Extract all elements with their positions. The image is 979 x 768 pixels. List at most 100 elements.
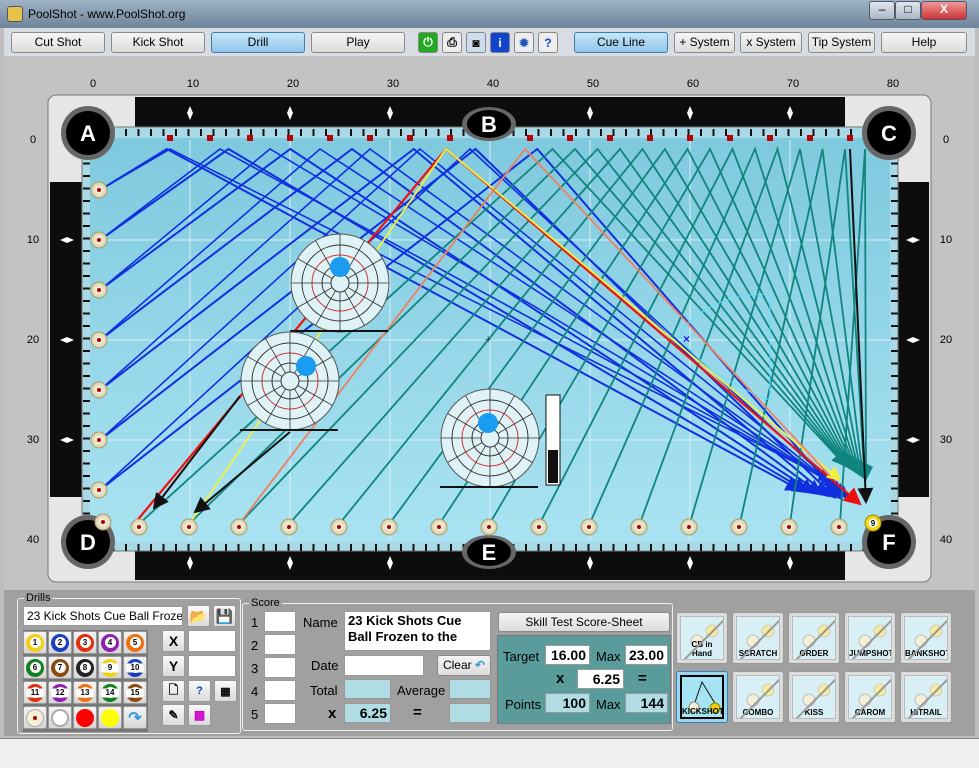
- rail-marker: [447, 135, 453, 141]
- rail-tick: [162, 544, 165, 551]
- cue-ball-dot: [387, 525, 391, 529]
- ball-14-button[interactable]: 14: [98, 681, 122, 704]
- rail-tick: [537, 129, 540, 136]
- yellow-ball-button[interactable]: [98, 706, 122, 729]
- ghost-ball-button[interactable]: [48, 706, 72, 729]
- clear-button[interactable]: Clear ↶: [437, 655, 491, 676]
- ball-number: 13: [79, 687, 91, 698]
- pocket-label-e: E: [482, 540, 497, 565]
- ball-13-button[interactable]: 13: [73, 681, 97, 704]
- score-row-input[interactable]: [264, 611, 296, 632]
- ball-icon: 1: [26, 633, 44, 652]
- edit-notes-icon[interactable]: ✎: [162, 704, 185, 726]
- score-row-label: 2: [251, 638, 259, 653]
- redo-button[interactable]: ↷: [123, 706, 147, 729]
- rail-tick: [891, 487, 898, 490]
- name-input[interactable]: 23 Kick Shots Cue Ball Frozen to the: [344, 611, 491, 651]
- ruler-x-label: 10: [186, 78, 200, 90]
- ball-icon: 6: [26, 658, 44, 677]
- score-row-input[interactable]: [264, 634, 296, 655]
- ball-9-button[interactable]: 9: [98, 656, 122, 679]
- score-row-input[interactable]: [264, 703, 296, 724]
- color-grid-icon[interactable]: ▩: [188, 704, 211, 726]
- ruler-y-label: 10: [26, 234, 40, 246]
- cue-ball-dot: [137, 525, 141, 529]
- y-input[interactable]: [188, 655, 236, 677]
- rail-tick: [287, 544, 290, 551]
- rail-tick: [187, 129, 190, 136]
- y-button[interactable]: Y: [162, 655, 185, 677]
- score-row-input[interactable]: [264, 680, 296, 701]
- save-icon[interactable]: 💾: [213, 605, 236, 627]
- rail-tick: [650, 129, 652, 136]
- ball-icon: 3: [76, 633, 94, 652]
- cue-ball-dot: [97, 188, 101, 192]
- score-legend: Score: [251, 597, 280, 609]
- rail-tick: [83, 425, 90, 427]
- rail-tick: [575, 544, 577, 551]
- skill-multiplier-value: 6.25: [577, 669, 624, 689]
- ball-11-button[interactable]: 11: [23, 681, 47, 704]
- rail-tick: [787, 129, 790, 136]
- rail-tick: [625, 544, 627, 551]
- document-help-icon[interactable]: ?: [188, 680, 211, 702]
- cue-ball-button[interactable]: [23, 706, 47, 729]
- ball-15-button[interactable]: 15: [123, 681, 147, 704]
- rail-tick: [275, 544, 277, 551]
- x-button[interactable]: X: [162, 630, 185, 652]
- table-list-icon[interactable]: ▦: [214, 680, 237, 702]
- undo-icon: ↶: [474, 658, 486, 672]
- ball-4-button[interactable]: 4: [98, 631, 122, 654]
- rail-tick: [825, 544, 827, 551]
- ball-number: 5: [129, 637, 141, 648]
- drill-name-input[interactable]: 23 Kick Shots Cue Ball Frozen to: [23, 606, 183, 626]
- ball-12-button[interactable]: 12: [48, 681, 72, 704]
- ball-10-button[interactable]: 10: [123, 656, 147, 679]
- rail-tick: [83, 250, 90, 252]
- shot-type-kiss-button[interactable]: KISS: [788, 671, 840, 723]
- new-document-icon[interactable]: 🗋: [162, 680, 185, 702]
- rail-tick: [137, 129, 140, 136]
- date-input[interactable]: [344, 655, 424, 676]
- x-input[interactable]: [188, 630, 236, 652]
- cue-ball-dot: [787, 525, 791, 529]
- rail-tick: [83, 212, 90, 215]
- shot-type-combo-button[interactable]: COMBO: [732, 671, 784, 723]
- ball-3-button[interactable]: 3: [73, 631, 97, 654]
- ball-1-button[interactable]: 1: [23, 631, 47, 654]
- rail-tick: [275, 129, 277, 136]
- shot-type-jumpshot-button[interactable]: JUMPSHOT: [844, 612, 896, 664]
- shot-type-scratch-button[interactable]: SCRATCH: [732, 612, 784, 664]
- rail-tick: [300, 129, 302, 136]
- score-row-input[interactable]: [264, 657, 296, 678]
- rail-tick: [325, 544, 327, 551]
- red-ball-button[interactable]: [73, 706, 97, 729]
- ball-2-button[interactable]: 2: [48, 631, 72, 654]
- shot-type-bankshot-button[interactable]: BANKSHOT: [900, 612, 952, 664]
- cue-ball-dot: [97, 488, 101, 492]
- cue-tip-position: [478, 413, 498, 433]
- ball-7-button[interactable]: 7: [48, 656, 72, 679]
- skill-test-score-sheet-button[interactable]: Skill Test Score-Sheet: [498, 612, 670, 632]
- rail-tick: [375, 129, 377, 136]
- ruler-x-label: 0: [89, 78, 97, 90]
- shot-type-kickshot-button[interactable]: KICKSHOT: [676, 671, 728, 723]
- ball-5-button[interactable]: 5: [123, 631, 147, 654]
- rail-tick: [891, 400, 898, 402]
- rail-tick: [575, 129, 577, 136]
- shot-type-hitrail-button[interactable]: HITRAIL: [900, 671, 952, 723]
- rail-tick: [83, 225, 90, 227]
- shot-type-icon: COMBO: [736, 675, 780, 719]
- rail-tick: [250, 544, 252, 551]
- score-row-label: 4: [251, 684, 259, 699]
- rail-tick: [425, 129, 427, 136]
- shot-type-cb-in-hand-button[interactable]: CB in Hand: [676, 612, 728, 664]
- shot-type-carom-button[interactable]: CAROM: [844, 671, 896, 723]
- open-folder-icon[interactable]: 📂: [187, 605, 210, 627]
- ball-6-button[interactable]: 6: [23, 656, 47, 679]
- shot-type-order-button[interactable]: ORDER: [788, 612, 840, 664]
- rail-marker: [807, 135, 813, 141]
- rail-tick: [125, 544, 127, 551]
- ball-8-button[interactable]: 8: [73, 656, 97, 679]
- ball-number: 15: [129, 687, 141, 698]
